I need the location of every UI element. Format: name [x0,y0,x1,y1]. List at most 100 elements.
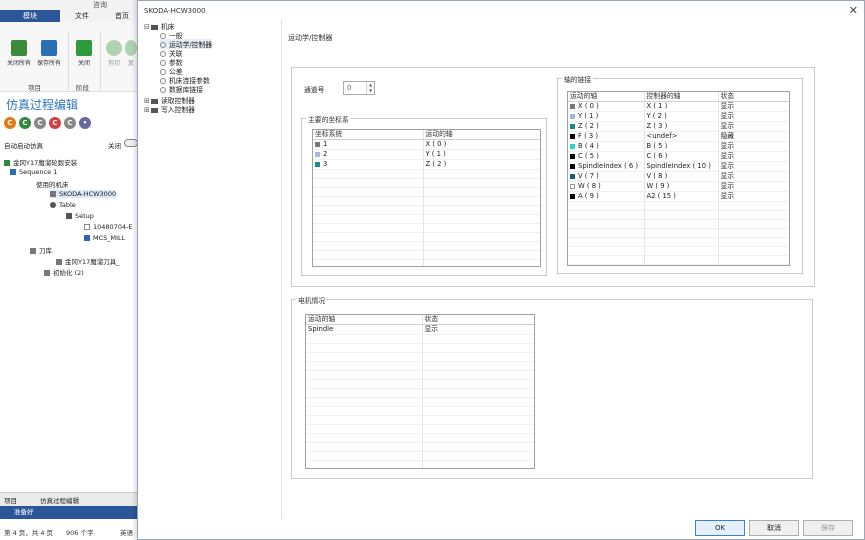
node-icon [160,87,166,93]
table-row[interactable] [306,424,534,434]
close-button[interactable]: 关闭 [69,40,99,67]
axis-color-swatch [570,103,575,109]
column-header[interactable]: 状态 [422,315,534,325]
table-row[interactable]: W ( 8 ) W ( 9 ) 显示 [568,181,789,192]
spin-arrows-icon[interactable]: ▲ ▼ [366,82,374,94]
table-row[interactable] [313,241,540,251]
table-row[interactable]: B ( 4 ) B ( 5 ) 显示 [568,141,789,152]
tree-node[interactable]: MCS_MILL [84,234,125,242]
table-row[interactable] [313,178,540,188]
close-icon[interactable]: ✕ [849,4,858,17]
tab-sim-edit[interactable]: 仿真过程编辑 [40,495,79,505]
table-row[interactable] [306,343,534,353]
cell-text: 显示 [720,112,735,120]
ok-button[interactable]: OK [695,520,745,536]
column-header[interactable]: 坐标系统 [313,130,424,140]
table-row[interactable] [306,370,534,380]
save-all-button[interactable]: 保存所有 [34,40,64,67]
cancel-button[interactable]: 取消 [749,520,799,536]
table-row[interactable] [568,255,789,265]
tab-project[interactable]: 项目 [4,495,17,505]
table-row[interactable]: 2 Y ( 1 ) [313,149,540,160]
table-row[interactable] [568,201,789,211]
table-row[interactable] [568,246,789,256]
table-row[interactable] [306,451,534,461]
table-row[interactable]: X ( 0 ) X ( 1 ) 显示 [568,101,789,112]
autosim-toggle[interactable] [124,139,138,147]
table-row[interactable] [306,388,534,398]
table-cell: SpindleIndex ( 6 ) [568,161,645,172]
table-row[interactable] [568,228,789,238]
table-row[interactable] [306,397,534,407]
table-cell [422,442,534,452]
table-cell [306,361,423,371]
tree-node[interactable]: Sequence 1 [10,168,57,176]
table-row[interactable] [313,259,540,266]
tab-file[interactable]: 文件 [62,10,102,22]
table-row[interactable] [313,250,540,260]
table-row[interactable] [313,169,540,179]
column-header[interactable]: 运动的轴 [306,315,423,325]
table-row[interactable]: Spindle 显示 [306,324,534,335]
tab-module[interactable]: 模块 [0,10,60,22]
reset-icon[interactable]: C [4,117,16,129]
table-row[interactable] [313,214,540,224]
table-row[interactable] [313,196,540,206]
table-cell [306,406,423,416]
save-button[interactable]: 保存 [803,520,853,536]
table-row[interactable] [306,415,534,425]
table-row[interactable] [568,210,789,220]
table-row[interactable] [306,460,534,468]
autosim-off-label: 关闭 [108,142,121,150]
tree-node[interactable]: 金冈Y17魔溜刀具_ [56,256,120,266]
table-row[interactable] [306,433,534,443]
table-row[interactable] [313,232,540,242]
table-row[interactable]: F ( 3 ) <undef> 隐藏 [568,131,789,142]
table-row[interactable] [306,406,534,416]
column-header[interactable]: 状态 [718,92,789,102]
tree-node[interactable]: SKODA-HCW3000 [50,190,117,198]
close-all-button[interactable]: 关闭所有 [4,40,34,67]
tree-node[interactable]: 刀库 [30,245,52,255]
save-all-label: 保存所有 [36,60,61,67]
tree-node[interactable]: Table [50,201,76,209]
tree-node[interactable]: 使用的机床 [36,179,69,189]
table-row[interactable]: 3 Z ( 2 ) [313,159,540,170]
tree-node[interactable]: 金冈Y17魔溜轮毂安装 [4,157,77,167]
options-icon[interactable]: • [79,117,91,129]
step-icon[interactable]: C [34,117,46,129]
table-row[interactable] [568,264,789,265]
tree-node[interactable]: 10480704-E [84,223,133,231]
tab-home[interactable]: 首页 [104,10,140,22]
table-row[interactable] [306,352,534,362]
nav-write-controller[interactable]: ⊞ 写入控制器 [144,104,195,114]
table-row[interactable]: C ( 5 ) C ( 6 ) 显示 [568,151,789,162]
table-row[interactable] [306,334,534,344]
table-row[interactable] [568,219,789,229]
table-row[interactable] [306,361,534,371]
column-header[interactable]: 控制器的轴 [644,92,719,102]
table-cell [568,219,645,229]
table-row[interactable]: Z ( 2 ) Z ( 3 ) 显示 [568,121,789,132]
table-row[interactable] [306,379,534,389]
settings-icon[interactable]: C [64,117,76,129]
table-row[interactable]: Y ( 1 ) Y ( 2 ) 显示 [568,111,789,122]
play-icon[interactable]: C [19,117,31,129]
column-header[interactable]: 运动的轴 [423,130,540,140]
table-row[interactable] [313,223,540,233]
table-row[interactable] [313,187,540,197]
table-row[interactable]: V ( 7 ) V ( 8 ) 显示 [568,171,789,182]
stop-icon[interactable]: C [49,117,61,129]
table-row[interactable] [306,442,534,452]
nav-db-link[interactable]: 数据库链接 [160,84,203,94]
table-row[interactable]: 1 X ( 0 ) [313,139,540,150]
channel-spinbox[interactable]: 0 ▲ ▼ [343,81,375,95]
table-row[interactable] [568,237,789,247]
table-row[interactable] [313,205,540,215]
column-header[interactable]: 运动的轴 [568,92,645,102]
tree-node[interactable]: 初始化 (2) [44,267,84,277]
table-row[interactable]: A ( 9 ) A2 ( 15 ) 显示 [568,191,789,202]
tree-node[interactable]: Setup [66,212,94,220]
table-row[interactable]: SpindleIndex ( 6 ) SpindleIndex ( 10 ) 显示 [568,161,789,172]
table-cell [423,250,540,260]
